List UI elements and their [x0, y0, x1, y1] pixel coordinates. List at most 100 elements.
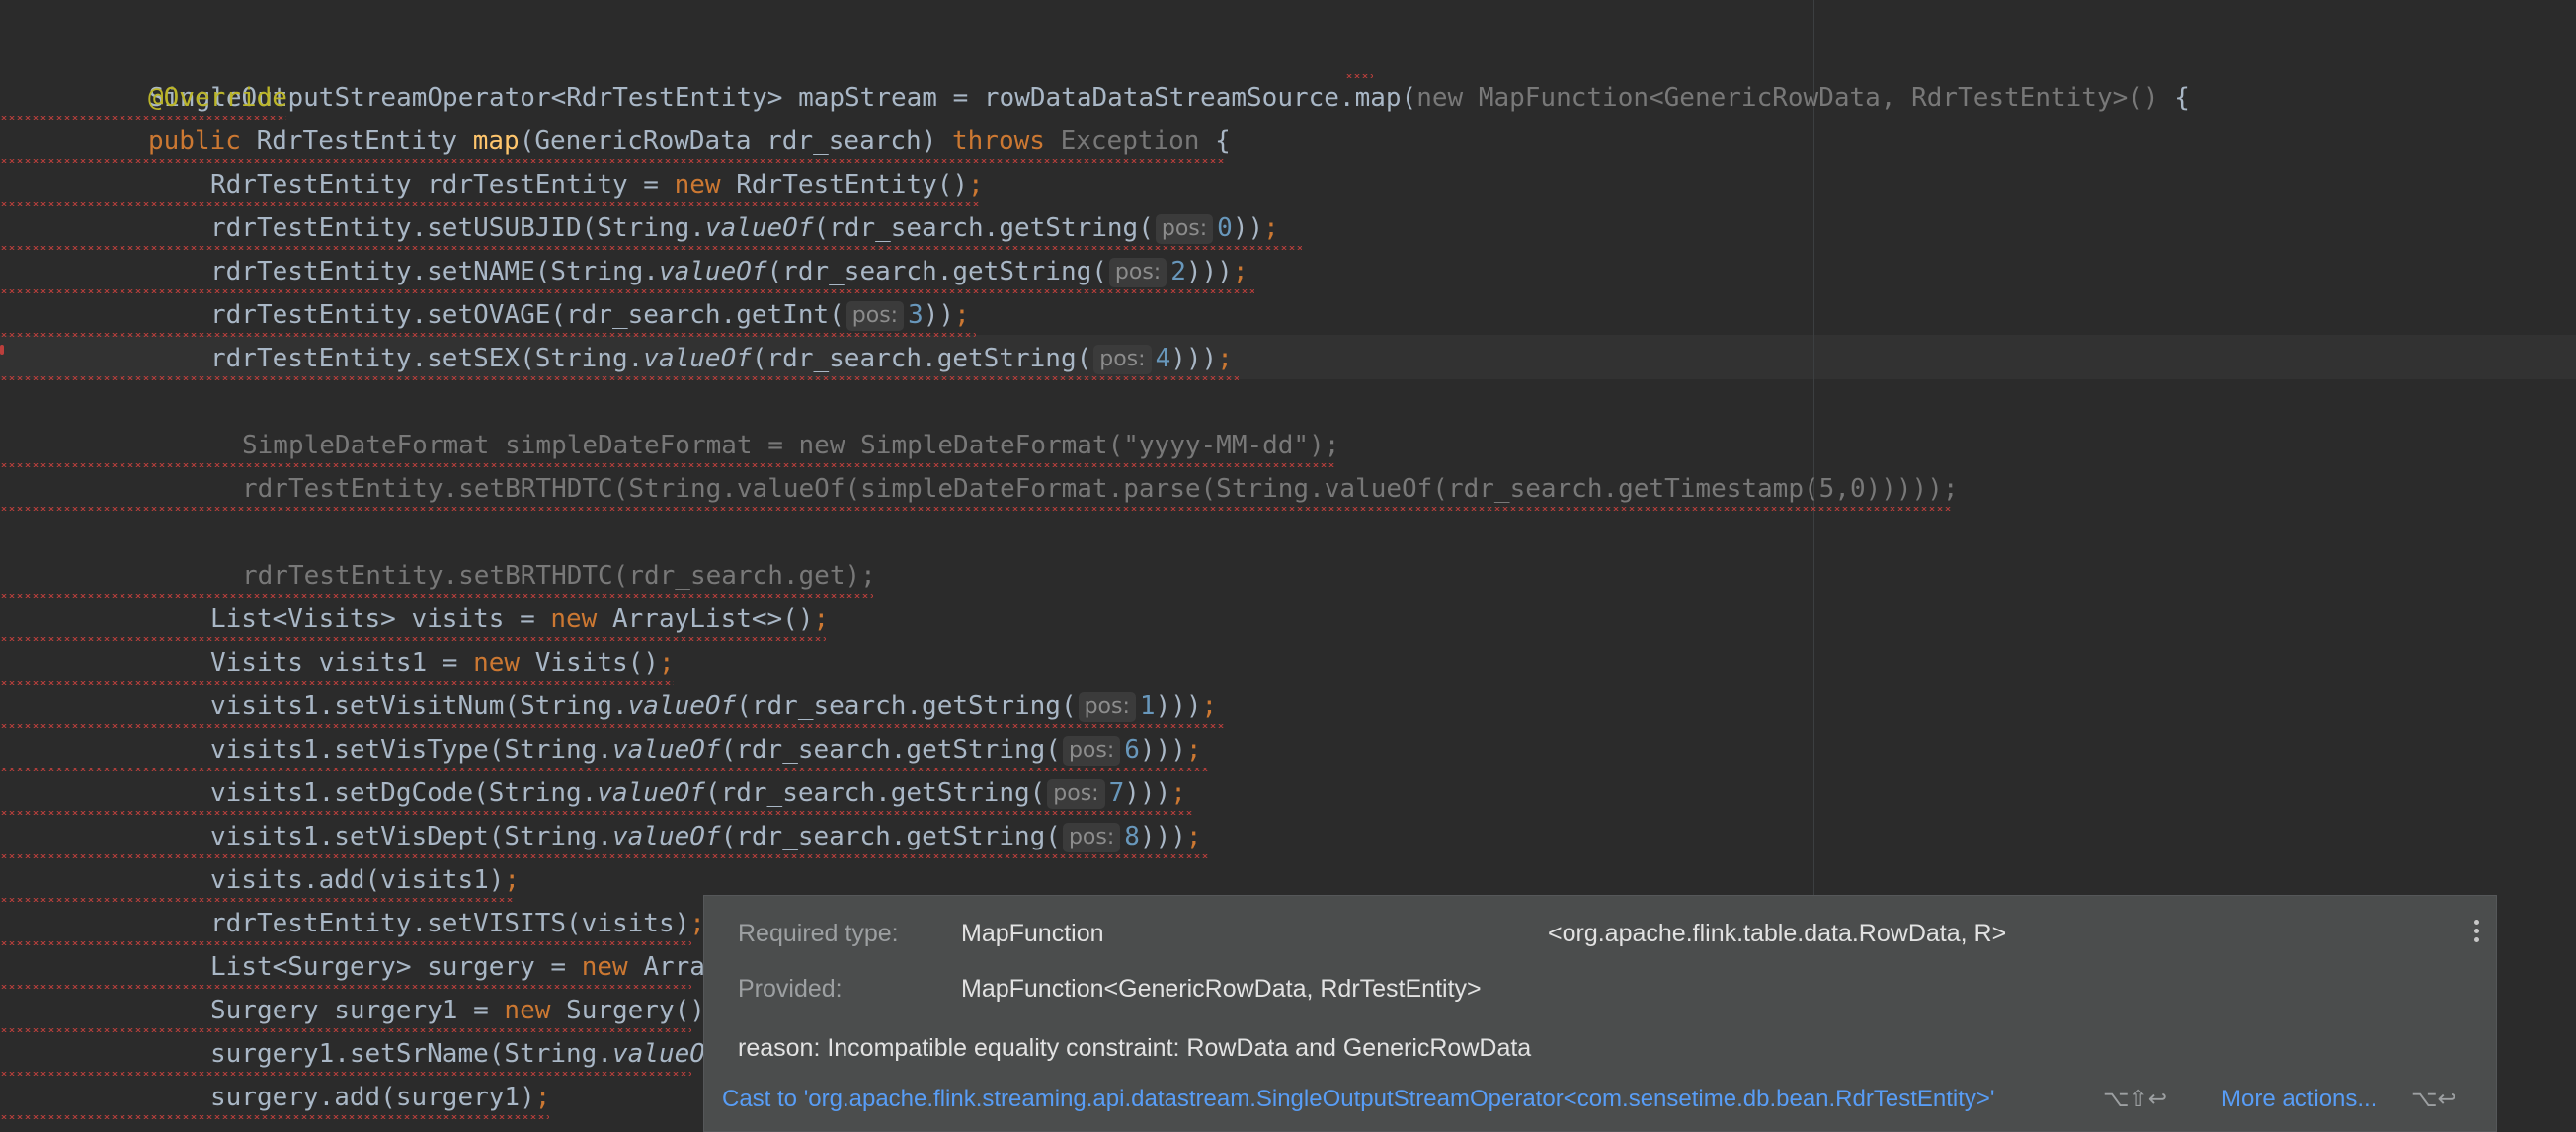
code-line[interactable]: surgery.add(surgery1);: [210, 1076, 550, 1119]
code-text: {: [2158, 83, 2190, 113]
required-type-label: Required type:: [738, 920, 899, 947]
number-literal: 8: [1124, 822, 1140, 851]
code-text: SingleOutputStreamOperator<RdrTestEntity…: [148, 83, 1417, 113]
code-text: )): [1232, 213, 1264, 243]
required-type-value: MapFunction: [961, 920, 1104, 947]
code-text: Arra: [643, 952, 705, 982]
code-text-italic: valueO: [612, 1039, 705, 1069]
code-text: ))): [1185, 257, 1233, 286]
keyword: new: [504, 996, 567, 1025]
more-actions-link[interactable]: More actions...: [2221, 1086, 2376, 1113]
semicolon: ;: [658, 648, 675, 678]
cast-shortcut: ⌥⇧↩: [2103, 1086, 2168, 1111]
code-line[interactable]: rdrTestEntity.setUSUBJID(String.valueOf(…: [210, 206, 1279, 250]
code-text: Surgery surgery1 =: [210, 996, 505, 1025]
code-line[interactable]: rdrTestEntity.setNAME(String.valueOf(rdr…: [210, 250, 1248, 293]
code-text: ))): [1139, 822, 1186, 851]
semicolon: ;: [1232, 257, 1248, 286]
code-text-italic: valueOf: [612, 822, 721, 851]
code-line[interactable]: rdrTestEntity.setOVAGE(rdr_search.getInt…: [210, 293, 970, 337]
more-options-icon[interactable]: [2474, 920, 2480, 946]
code-line[interactable]: Surgery surgery1 = new Surgery(): [210, 989, 705, 1032]
code-text: Visits visits1 =: [210, 648, 474, 678]
code-text-unresolved: rdrTestEntity.setBRTHDTC(String.valueOf(…: [242, 474, 1959, 504]
keyword: new: [550, 605, 612, 634]
code-text-unresolved: SimpleDateFormat simpleDateFormat = new …: [242, 431, 1340, 460]
more-actions-shortcut: ⌥↩: [2411, 1086, 2456, 1111]
number-literal: 6: [1124, 735, 1140, 765]
error-gutter-marker: [0, 345, 4, 355]
code-text-italic: valueOf: [627, 691, 737, 721]
code-line[interactable]: RdrTestEntity rdrTestEntity = new RdrTes…: [210, 163, 984, 206]
code-line[interactable]: visits1.setVisDept(String.valueOf(rdr_se…: [210, 815, 1202, 858]
code-line[interactable]: rdrTestEntity.setBRTHDTC(rdr_search.get)…: [242, 554, 876, 598]
code-text: Visits(): [534, 648, 659, 678]
code-text: RdrTestEntity rdrTestEntity =: [210, 170, 675, 200]
code-text: ))): [1170, 344, 1218, 373]
code-text: (rdr_search.getString(: [720, 822, 1061, 851]
semicolon: ;: [504, 865, 521, 895]
keyword: new: [473, 648, 535, 678]
parameter-hint: pos:: [1093, 345, 1152, 374]
code-line[interactable]: public RdrTestEntity map(GenericRowData …: [148, 120, 1231, 163]
code-text: visits1.setVisitNum(String.: [210, 691, 628, 721]
code-text-italic: valueOf: [704, 213, 814, 243]
code-text: (rdr_search.getString(: [704, 778, 1046, 808]
code-line[interactable]: SimpleDateFormat simpleDateFormat = new …: [242, 424, 1339, 467]
semicolon: ;: [1185, 822, 1202, 851]
provided-type-label: Provided:: [738, 975, 843, 1003]
error-squiggle: [0, 854, 1209, 858]
code-text: ArrayList<>(): [612, 605, 814, 634]
code-text: Exception: [1060, 126, 1200, 156]
code-line[interactable]: List<Surgery> surgery = new Arra: [210, 945, 705, 989]
number-literal: 2: [1170, 257, 1186, 286]
code-line[interactable]: rdrTestEntity.setBRTHDTC(String.valueOf(…: [242, 467, 1959, 511]
semicolon: ;: [954, 300, 970, 330]
annotation-text: @Override: [148, 83, 287, 113]
semicolon: ;: [1185, 735, 1202, 765]
code-line[interactable]: rdrTestEntity.setSEX(String.valueOf(rdr_…: [210, 337, 1233, 380]
code-text: (rdr_search.getString(: [766, 257, 1107, 286]
semicolon: ;: [968, 170, 984, 200]
parameter-hint: pos:: [845, 301, 905, 331]
code-text: ))): [1155, 691, 1202, 721]
parameter-hint: pos:: [1155, 214, 1214, 244]
code-text: (rdr_search.getString(: [736, 691, 1077, 721]
number-literal: 1: [1139, 691, 1156, 721]
error-squiggle: [1345, 74, 1373, 78]
keyword: new: [581, 952, 644, 982]
code-text: rdrTestEntity.setOVAGE(rdr_search.getInt…: [210, 300, 845, 330]
semicolon: ;: [534, 1083, 551, 1112]
keyword: throws: [952, 126, 1061, 156]
code-line[interactable]: visits.add(visits1);: [210, 858, 520, 902]
keyword: public: [148, 126, 257, 156]
semicolon: ;: [813, 605, 830, 634]
code-line[interactable]: visits1.setVisType(String.valueOf(rdr_se…: [210, 728, 1202, 771]
error-reason: reason: Incompatible equality constraint…: [738, 1034, 1532, 1062]
keyword: new: [674, 170, 737, 200]
required-type-generic: <org.apache.flink.table.data.RowData, R>: [1548, 920, 2007, 947]
parameter-hint: pos:: [1047, 779, 1105, 809]
error-tooltip-popup: Required type: MapFunction <org.apache.f…: [703, 895, 2497, 1132]
code-text: {: [1199, 126, 1231, 156]
code-line[interactable]: List<Visits> visits = new ArrayList<>();: [210, 598, 829, 641]
code-text: ))): [1139, 735, 1186, 765]
parameter-hint: pos:: [1108, 258, 1167, 287]
parameter-hint: pos:: [1062, 823, 1121, 852]
number-literal: 0: [1217, 213, 1233, 243]
number-literal: 4: [1155, 344, 1171, 373]
code-line[interactable]: SingleOutputStreamOperator<RdrTestEntity…: [87, 33, 2190, 113]
code-line[interactable]: @Override: [148, 76, 287, 120]
code-line[interactable]: visits1.setVisitNum(String.valueOf(rdr_s…: [210, 685, 1217, 728]
code-line[interactable]: visits1.setDgCode(String.valueOf(rdr_sea…: [210, 771, 1186, 815]
code-text: surgery1.setSrName(String.: [210, 1039, 612, 1069]
code-text: visits1.setVisType(String.: [210, 735, 612, 765]
cast-quick-fix-link[interactable]: Cast to 'org.apache.flink.streaming.api.…: [722, 1086, 1995, 1113]
code-text: rdrTestEntity.setVISITS(visits): [210, 909, 690, 938]
code-line[interactable]: rdrTestEntity.setVISITS(visits);: [210, 902, 705, 945]
code-line[interactable]: surgery1.setSrName(String.valueO: [210, 1032, 705, 1076]
error-squiggle: [0, 376, 1239, 380]
code-line[interactable]: Visits visits1 = new Visits();: [210, 641, 675, 685]
code-text-italic: valueOf: [643, 344, 752, 373]
code-text: RdrTestEntity(): [736, 170, 969, 200]
